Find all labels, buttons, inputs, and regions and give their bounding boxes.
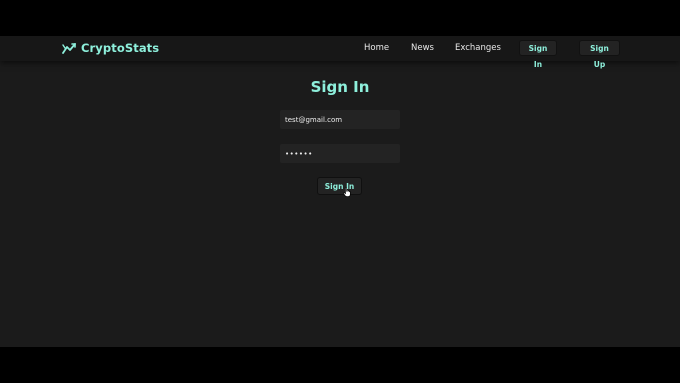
navbar: CryptoStats Home News Exchanges Sign In … [0,36,680,69]
hand-pointer-icon [343,187,351,197]
brand-name: CryptoStats [81,41,160,55]
brand-logo-link[interactable]: CryptoStats [62,41,159,55]
nav-link-home[interactable]: Home [364,43,389,53]
password-field[interactable] [280,144,400,163]
app-window: CryptoStats Home News Exchanges Sign In … [0,36,680,347]
nav-link-exchanges[interactable]: Exchanges [455,43,501,53]
nav-sign-up-button[interactable]: Sign Up [579,40,620,69]
sign-in-submit-button[interactable]: Sign In [317,177,362,195]
email-field[interactable] [280,110,400,129]
nav-link-news[interactable]: News [411,43,434,53]
page-title: Sign In [310,78,370,96]
nav-sign-in-button[interactable]: Sign In [519,40,557,69]
chart-trend-icon [62,42,77,54]
